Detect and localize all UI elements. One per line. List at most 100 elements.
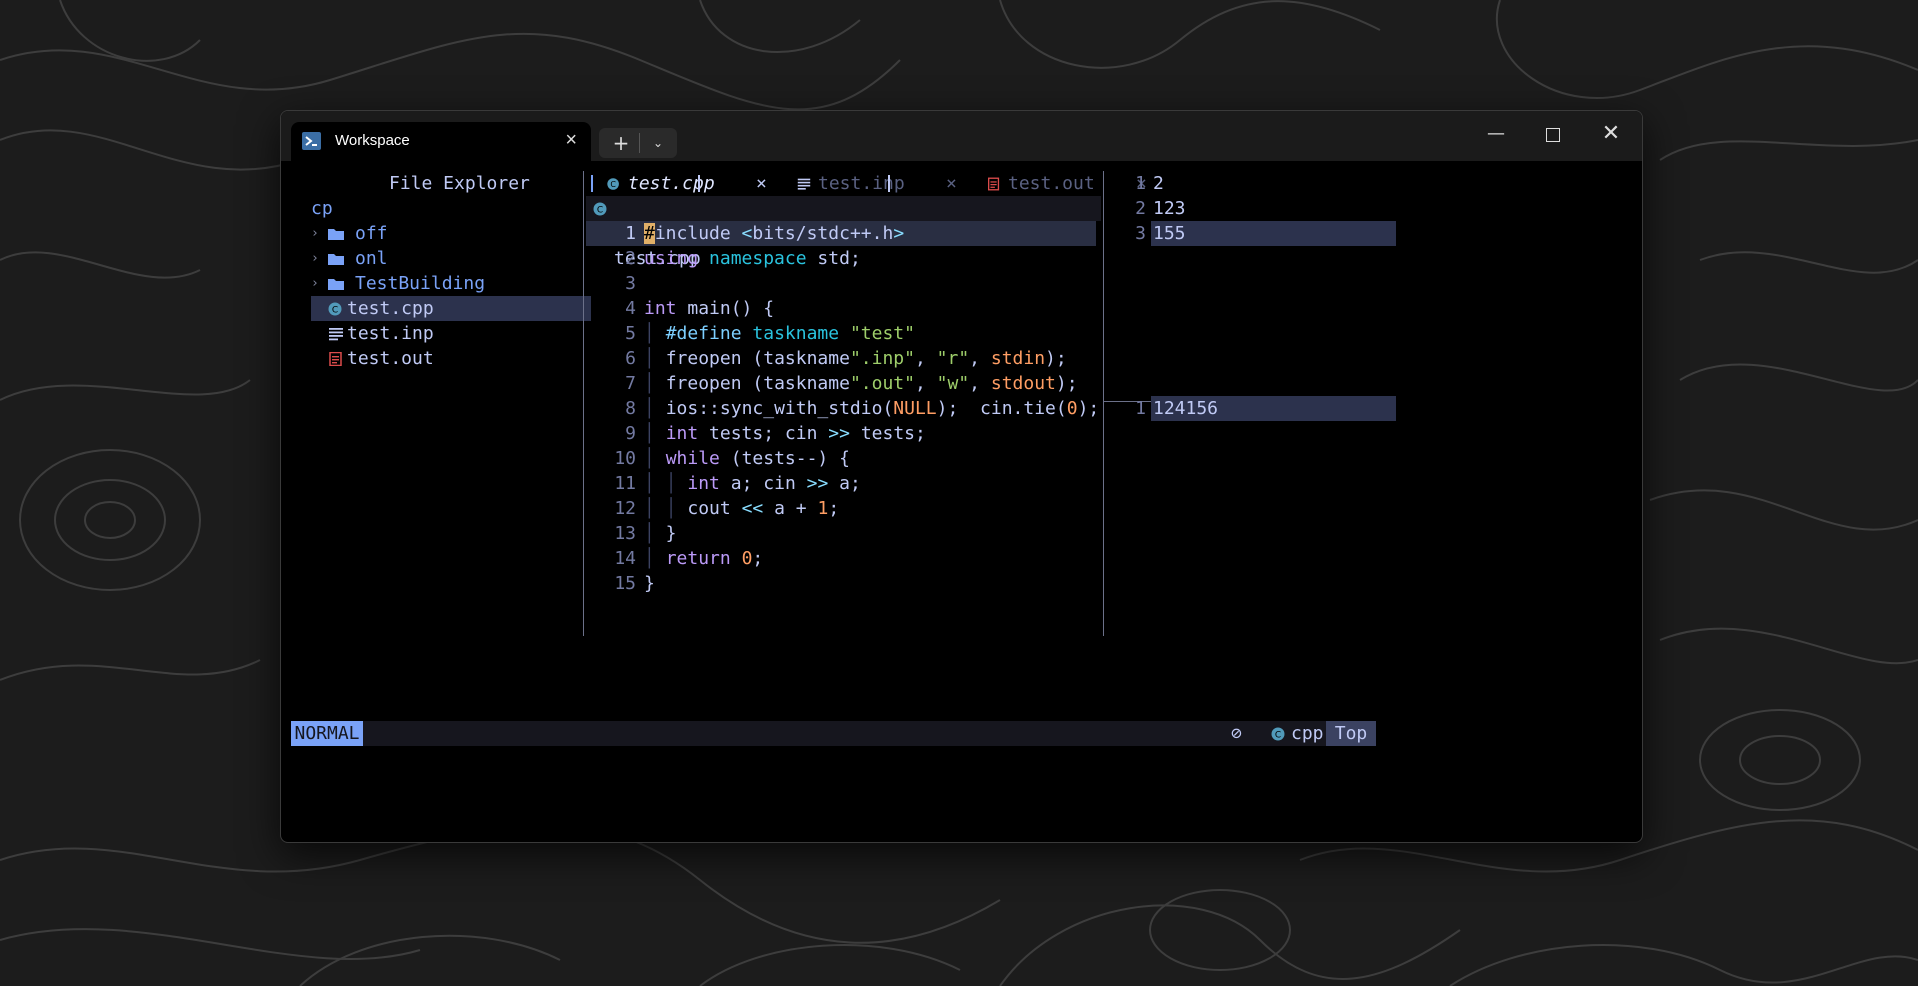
- code-line[interactable]: 5 │ #define taskname "test": [586, 321, 1096, 346]
- code-text: int main() {: [644, 298, 775, 319]
- code-text: │ freopen (taskname".inp", "r", stdin);: [644, 348, 1067, 369]
- tree-folder[interactable]: › TestBuilding: [311, 271, 591, 296]
- code-text: │ }: [644, 523, 677, 544]
- line-number: 2: [625, 248, 636, 269]
- terminal-window: Workspace × + ⌄ — ✕ File Explorer cp › of…: [280, 110, 1643, 843]
- code-line[interactable]: 4 int main() {: [586, 296, 1096, 321]
- tree-item-label: TestBuilding: [355, 273, 486, 294]
- buffer-tab-close-icon[interactable]: ×: [946, 171, 957, 196]
- tree-item-label: onl: [355, 248, 388, 269]
- folder-icon: [328, 254, 344, 265]
- cpp-file-icon: C: [607, 178, 619, 190]
- line-number: 12: [614, 498, 636, 519]
- code-text: using namespace std;: [644, 248, 861, 269]
- chevron-right-icon[interactable]: ›: [311, 246, 321, 271]
- new-tab-group: + ⌄: [599, 128, 677, 158]
- close-window-button[interactable]: ✕: [1591, 119, 1631, 149]
- tree-file[interactable]: Ctest.cpp: [311, 296, 591, 321]
- code-line[interactable]: 1 #include <bits/stdc++.h>: [586, 221, 1096, 246]
- line-number: 8: [625, 398, 636, 419]
- tree-folder[interactable]: › off: [311, 221, 591, 246]
- pane-line-text: 124156: [1153, 398, 1219, 419]
- code-line[interactable]: 12 │ │ cout << a + 1;: [586, 496, 1096, 521]
- line-number: 7: [625, 373, 636, 394]
- buffer-tab-close-icon[interactable]: ×: [756, 171, 767, 196]
- pdf-file-icon: [988, 177, 1000, 191]
- tree-file[interactable]: test.out: [311, 346, 591, 371]
- folder-icon: [328, 279, 344, 290]
- line-number: 13: [614, 523, 636, 544]
- chevron-right-icon[interactable]: ›: [311, 221, 321, 246]
- code-line[interactable]: 3: [586, 271, 1096, 296]
- terminal-tab[interactable]: Workspace ×: [291, 122, 591, 161]
- winbar: C test.cpp: [586, 196, 1101, 269]
- code-line[interactable]: 15}: [586, 571, 1096, 596]
- dropdown-chevron-icon[interactable]: ⌄: [643, 130, 673, 156]
- code-text: }: [644, 573, 655, 594]
- status-line: NORMAL ⊘ C cpp Top: [291, 721, 1376, 746]
- line-number: 15: [614, 573, 636, 594]
- terminal-content: File Explorer cp › off › onl › TestBuilding Ct…: [281, 161, 1642, 842]
- pane-line-text: 155: [1153, 223, 1186, 244]
- pane-line[interactable]: 2 123: [1111, 196, 1396, 221]
- buffer-tab-separator: [888, 175, 890, 192]
- cpp-file-icon: C: [593, 202, 607, 216]
- text-file-icon: [329, 328, 343, 341]
- line-number: 4: [625, 298, 636, 319]
- code-line[interactable]: 11 │ │ int a; cin >> a;: [586, 471, 1096, 496]
- pane-line-text: 2: [1153, 173, 1164, 194]
- svg-text:C: C: [597, 206, 603, 216]
- explorer-root[interactable]: cp: [311, 196, 333, 221]
- powershell-icon: [302, 132, 321, 150]
- line-number: 2: [1135, 198, 1146, 219]
- tree-file[interactable]: test.inp: [311, 321, 591, 346]
- tab-close-icon[interactable]: ×: [565, 129, 577, 152]
- code-text: │ while (tests--) {: [644, 448, 850, 469]
- pane-line[interactable]: 3 155: [1111, 221, 1396, 246]
- tree-folder[interactable]: › onl: [311, 246, 591, 271]
- minimize-button[interactable]: —: [1476, 119, 1516, 149]
- svg-text:C: C: [332, 306, 338, 316]
- line-number: 9: [625, 423, 636, 444]
- code-line[interactable]: 8 │ ios::sync_with_stdio(NULL); cin.tie(0…: [586, 396, 1100, 421]
- line-number: 1: [1135, 398, 1146, 419]
- tab-title: Workspace: [335, 132, 410, 149]
- buffer-tab-separator: [698, 175, 700, 192]
- code-text: #include <bits/stdc++.h>: [644, 223, 905, 244]
- maximize-button[interactable]: [1533, 119, 1573, 149]
- tree-item-label: test.inp: [347, 323, 434, 344]
- code-text: │ │ cout << a + 1;: [644, 498, 840, 519]
- code-line[interactable]: 9 │ int tests; cin >> tests;: [586, 421, 1096, 446]
- code-line[interactable]: 2 using namespace std;: [586, 246, 1096, 271]
- line-number: 5: [625, 323, 636, 344]
- code-text: │ ios::sync_with_stdio(NULL); cin.tie(0)…: [644, 398, 1100, 419]
- mode-indicator: NORMAL: [291, 721, 363, 746]
- no-lsp-icon: ⊘: [1231, 723, 1242, 744]
- line-number: 6: [625, 348, 636, 369]
- line-number: 1: [625, 223, 636, 244]
- code-line[interactable]: 6 │ freopen (taskname".inp", "r", stdin);: [586, 346, 1096, 371]
- buffer-tab-label: test.inp: [818, 173, 905, 194]
- code-line[interactable]: 7 │ freopen (taskname".out", "w", stdout)…: [586, 371, 1096, 396]
- chevron-right-icon[interactable]: ›: [311, 271, 321, 296]
- tree-item-label: test.cpp: [347, 298, 434, 319]
- pane-line-text: 123: [1153, 198, 1186, 219]
- line-number: 3: [625, 273, 636, 294]
- new-tab-button[interactable]: +: [607, 130, 635, 156]
- code-text: │ │ int a; cin >> a;: [644, 473, 861, 494]
- buffer-tab-label: test.out: [1008, 173, 1095, 194]
- line-number: 14: [614, 548, 636, 569]
- cpp-filetype-icon: C: [1271, 727, 1285, 741]
- code-line[interactable]: 10 │ while (tests--) {: [586, 446, 1096, 471]
- title-bar: Workspace × + ⌄ — ✕: [281, 111, 1642, 161]
- pane-line[interactable]: 12: [1111, 171, 1396, 196]
- code-line[interactable]: 14 │ return 0;: [586, 546, 1096, 571]
- pane-line[interactable]: 1 124156: [1111, 396, 1396, 421]
- tree-item-label: off: [355, 223, 388, 244]
- maximize-icon: [1546, 127, 1560, 142]
- line-number: 10: [614, 448, 636, 469]
- line-number: 11: [614, 473, 636, 494]
- filetype-label: cpp: [1291, 723, 1324, 744]
- code-line[interactable]: 13 │ }: [586, 521, 1096, 546]
- pdf-file-icon: [329, 352, 342, 366]
